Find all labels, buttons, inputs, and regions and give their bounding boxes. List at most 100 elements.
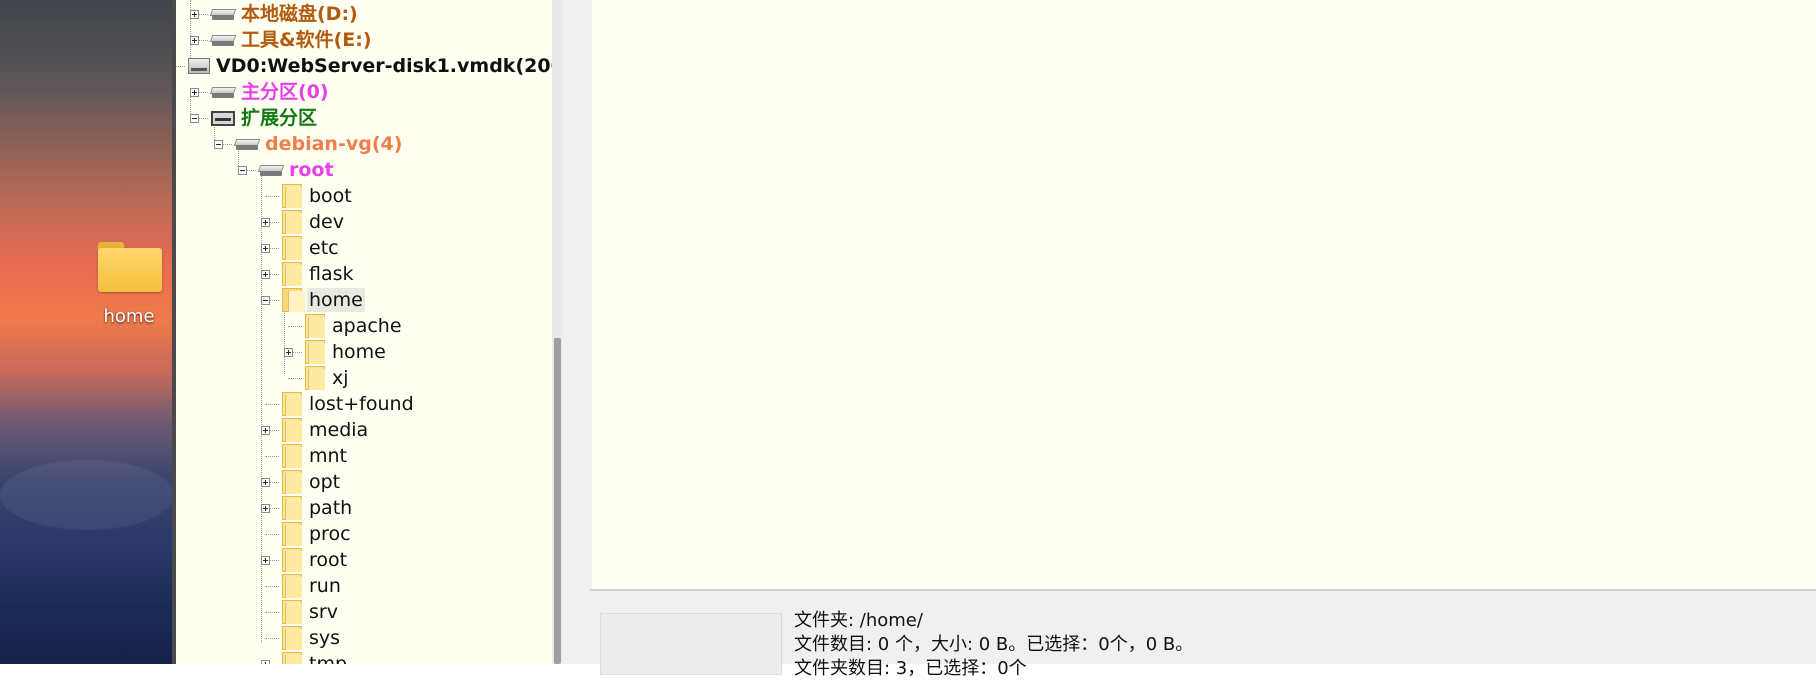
folder-icon (282, 626, 302, 650)
directory-tree[interactable]: 本地磁盘(D:) 工具&软件(E:) VD0:WebServer-disk1.vmd… (176, 0, 562, 664)
tree-guide-line (265, 196, 279, 197)
tree-item-0[interactable]: 主分区(0) (209, 79, 331, 105)
tree-item-vd0-webserver-disk1-vmdk-20gb[interactable]: VD0:WebServer-disk1.vmdk(20GB) (188, 53, 562, 79)
file-list-pane[interactable] (592, 0, 1816, 589)
desktop-background: home (0, 0, 174, 664)
tree-item-media[interactable]: media (282, 417, 370, 443)
expand-icon[interactable] (261, 270, 270, 279)
tree-item-d[interactable]: 本地磁盘(D:) (209, 1, 360, 27)
collapse-icon[interactable] (261, 296, 270, 305)
tree-item-[interactable]: 扩展分区 (211, 105, 319, 131)
folder-icon (282, 652, 302, 664)
tree-item-label: proc (309, 523, 351, 545)
folder-icon (305, 340, 325, 364)
tree-item-home[interactable]: home (282, 287, 365, 313)
tree-item-label: root (309, 549, 348, 571)
tree-guide-line (265, 612, 279, 613)
tree-item-label: flask (309, 263, 354, 285)
tree-guide-line (288, 378, 302, 379)
folder-icon (282, 496, 302, 520)
expand-icon[interactable] (190, 36, 199, 45)
folder-icon (282, 548, 302, 572)
folder-icon (282, 184, 302, 208)
expand-icon[interactable] (190, 10, 199, 19)
tree-item-label: sys (309, 627, 341, 649)
tree-guide-line (176, 66, 185, 67)
tree-item-label: xj (332, 367, 349, 389)
expand-icon[interactable] (261, 478, 270, 487)
expand-icon[interactable] (261, 244, 270, 253)
tree-item-sys[interactable]: sys (282, 625, 342, 651)
tree-item-label: lost+found (309, 393, 414, 415)
folder-icon (282, 574, 302, 598)
tree-item-flask[interactable]: flask (282, 261, 356, 287)
tree-item-boot[interactable]: boot (282, 183, 354, 209)
tree-guide-line (265, 456, 279, 457)
tree-item-apache[interactable]: apache (305, 313, 404, 339)
folder-icon (305, 366, 325, 390)
tree-item-path[interactable]: path (282, 495, 354, 521)
expand-icon[interactable] (261, 218, 270, 227)
tree-item-label: home (307, 288, 365, 312)
drive-icon (233, 136, 261, 152)
preview-thumbnail (600, 613, 782, 675)
pane-divider (562, 0, 593, 664)
collapse-icon[interactable] (190, 114, 199, 123)
tree-item-root[interactable]: root (282, 547, 349, 573)
scroll-thumb[interactable] (554, 338, 561, 664)
collapse-icon[interactable] (238, 166, 247, 175)
tree-item-label: path (309, 497, 353, 519)
tree-item-label: 本地磁盘(D:) (241, 3, 358, 25)
tree-item-home[interactable]: home (305, 339, 388, 365)
tree-item-label: VD0:WebServer-disk1.vmdk(20GB) (216, 55, 562, 77)
virtual-disk-icon (188, 56, 210, 76)
tree-scrollbar[interactable] (552, 0, 562, 664)
expand-icon[interactable] (261, 556, 270, 565)
info-panel: 文件夹: /home/ 文件数目: 0 个，大小: 0 B。已选择：0个，0 B… (592, 591, 1816, 679)
expand-icon[interactable] (190, 88, 199, 97)
drive-icon (257, 162, 285, 178)
tree-item-label: media (309, 419, 369, 441)
folder-icon (282, 418, 302, 442)
tree-item-srv[interactable]: srv (282, 599, 340, 625)
tree-item-run[interactable]: run (282, 573, 343, 599)
expand-icon[interactable] (261, 660, 270, 664)
folder-icon (282, 210, 302, 234)
tree-item-opt[interactable]: opt (282, 469, 342, 495)
tree-item-label: srv (309, 601, 338, 623)
tree-item-e[interactable]: 工具&软件(E:) (209, 27, 374, 53)
folder-icon (305, 314, 325, 338)
folder-icon (282, 236, 302, 260)
tree-item-tmp[interactable]: tmp (282, 651, 349, 664)
folder-icon (282, 444, 302, 468)
desktop-icon-label: home (103, 306, 155, 327)
tree-item-debian-vg-4[interactable]: debian-vg(4) (233, 131, 404, 157)
drive-icon (209, 84, 237, 100)
collapse-icon[interactable] (214, 140, 223, 149)
tree-guide-line (288, 326, 302, 327)
tree-item-label: boot (309, 185, 352, 207)
tree-guide-line (261, 168, 262, 643)
desktop-folder-shortcut[interactable]: home (92, 238, 166, 327)
tree-item-xj[interactable]: xj (305, 365, 351, 391)
tree-item-dev[interactable]: dev (282, 209, 346, 235)
folder-icon (282, 262, 302, 286)
tree-item-root[interactable]: root (257, 157, 336, 183)
expand-icon[interactable] (261, 426, 270, 435)
tree-item-label: opt (309, 471, 341, 493)
folder-path-text: 文件夹: /home/ (794, 610, 923, 631)
tree-item-label: etc (309, 237, 339, 259)
tree-item-label: dev (309, 211, 344, 233)
tree-item-etc[interactable]: etc (282, 235, 341, 261)
tree-guide-line (265, 404, 279, 405)
tree-item-lost-found[interactable]: lost+found (282, 391, 416, 417)
tree-item-proc[interactable]: proc (282, 521, 353, 547)
tree-item-label: apache (332, 315, 402, 337)
expand-icon[interactable] (284, 348, 293, 357)
tree-item-mnt[interactable]: mnt (282, 443, 349, 469)
drive-icon (209, 32, 237, 48)
tree-item-label: root (289, 159, 334, 181)
expand-icon[interactable] (261, 504, 270, 513)
tree-item-label: 主分区(0) (241, 81, 329, 103)
tree-item-label: tmp (309, 653, 348, 664)
